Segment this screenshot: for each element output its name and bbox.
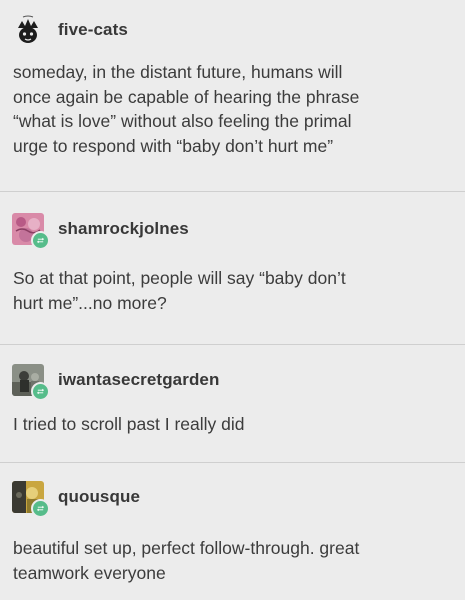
post-divider [0,344,465,345]
reblog-icon [31,231,50,250]
post-body: I tried to scroll past I really did [13,414,245,434]
post-author-row: iwantasecretgarden [12,362,219,401]
post-username[interactable]: shamrockjolnes [58,219,189,239]
crowned-face-avatar-icon [12,14,44,46]
post-author-row: quousque [12,479,140,518]
reblog-icon [31,499,50,518]
post-username[interactable]: iwantasecretgarden [58,370,219,390]
post-author-row: five-cats [12,12,128,48]
post-author-row: shamrockjolnes [12,211,189,250]
avatar[interactable] [12,364,50,401]
post-username[interactable]: five-cats [58,20,128,40]
post-body: beautiful set up, perfect follow-through… [13,538,360,583]
reblog-thread: five-cats someday, in the distant future… [0,0,465,600]
post-divider [0,462,465,463]
reblog-icon [31,382,50,401]
post-body: someday, in the distant future, humans w… [13,62,360,156]
post-username[interactable]: quousque [58,487,140,507]
post-divider [0,191,465,192]
post-body: So at that point, people will say “baby … [13,268,346,313]
avatar[interactable] [12,213,50,250]
avatar[interactable] [12,14,44,46]
avatar[interactable] [12,481,50,518]
